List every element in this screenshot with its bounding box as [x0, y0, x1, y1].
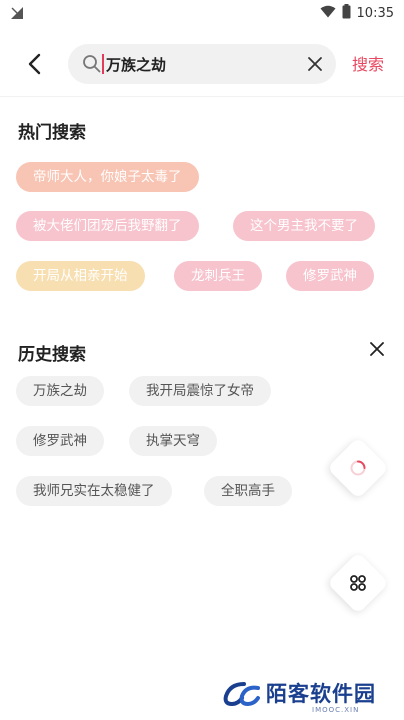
clear-icon[interactable]: [306, 55, 324, 73]
divider: [0, 96, 404, 97]
hot-tag[interactable]: 帝师大人，你娘子太毒了: [16, 162, 199, 192]
text-cursor: [102, 54, 104, 74]
watermark-logo-icon: [223, 682, 260, 707]
watermark-name: 陌客软件园: [266, 682, 376, 706]
watermark: 陌客软件园 IMOOC.XIN: [222, 676, 398, 716]
back-button[interactable]: [20, 50, 48, 78]
history-tag[interactable]: 我师兄实在太稳健了: [16, 476, 172, 506]
status-bar: 10:35: [0, 0, 404, 26]
search-input[interactable]: [106, 44, 296, 84]
history-tag[interactable]: 执掌天穹: [129, 426, 217, 456]
history-search-title: 历史搜索: [18, 345, 86, 365]
history-tag[interactable]: 我开局震惊了女帝: [129, 376, 271, 406]
search-icon: [82, 54, 102, 78]
search-bar: 搜索: [0, 40, 404, 88]
history-tag[interactable]: 修罗武神: [16, 426, 104, 456]
loading-float-button[interactable]: [326, 436, 390, 500]
history-tag[interactable]: 万族之劫: [16, 376, 104, 406]
status-time: 10:35: [356, 6, 394, 21]
search-button[interactable]: 搜索: [352, 51, 384, 75]
hot-tag[interactable]: 开局从相亲开始: [16, 261, 145, 291]
apps-grid-icon: [350, 575, 366, 591]
search-box[interactable]: [68, 44, 336, 84]
history-tag[interactable]: 全职高手: [204, 476, 292, 506]
hot-tag[interactable]: 龙刺兵王: [174, 261, 262, 291]
hot-search-title: 热门搜索: [18, 123, 86, 143]
apps-float-button[interactable]: [326, 551, 390, 615]
hot-tag[interactable]: 修罗武神: [286, 261, 374, 291]
watermark-domain: IMOOC.XIN: [312, 706, 360, 714]
back-arrow-icon: [28, 53, 41, 75]
hot-tag[interactable]: 这个男主我不要了: [233, 211, 375, 241]
wifi-icon: [320, 5, 336, 22]
hot-tag[interactable]: 被大佬们团宠后我野翻了: [16, 211, 199, 241]
close-icon[interactable]: [368, 340, 386, 358]
loading-icon: [350, 460, 366, 476]
signal-icon: [10, 5, 24, 24]
battery-icon: [342, 4, 351, 23]
